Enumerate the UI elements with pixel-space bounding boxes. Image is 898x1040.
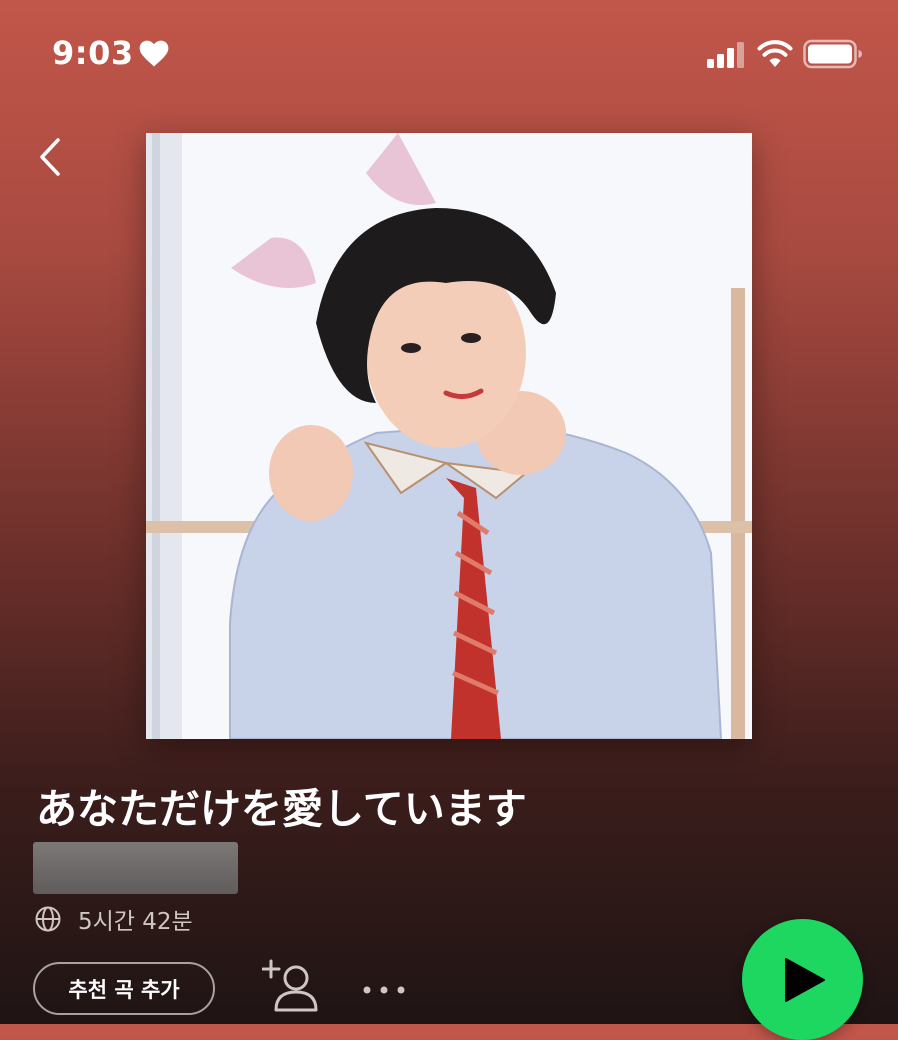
status-bar: 9:03 [0,0,898,100]
add-recommended-songs-button[interactable]: 추천 곡 추가 [33,962,215,1015]
playlist-cover-image [146,133,752,739]
chevron-left-icon [40,138,60,176]
playlist-meta: 5시간 42분 [34,903,193,935]
battery-icon [803,39,862,69]
playlist-title: あなただけを愛しています [36,785,527,833]
back-button[interactable] [28,130,78,184]
play-button[interactable] [742,919,863,1040]
globe-icon [35,906,61,932]
playlist-duration: 5시간 42분 [78,909,193,935]
play-icon [785,958,825,1002]
owner-name-redacted [33,842,238,894]
cellular-signal-icon [707,42,744,68]
wifi-icon [757,40,793,67]
status-time: 9:03 [52,34,134,72]
heart-icon [139,40,169,67]
more-options-button[interactable] [360,970,410,1010]
add-user-icon [261,959,318,1012]
more-dots-icon [363,986,405,994]
add-collaborator-button[interactable] [261,958,320,1014]
